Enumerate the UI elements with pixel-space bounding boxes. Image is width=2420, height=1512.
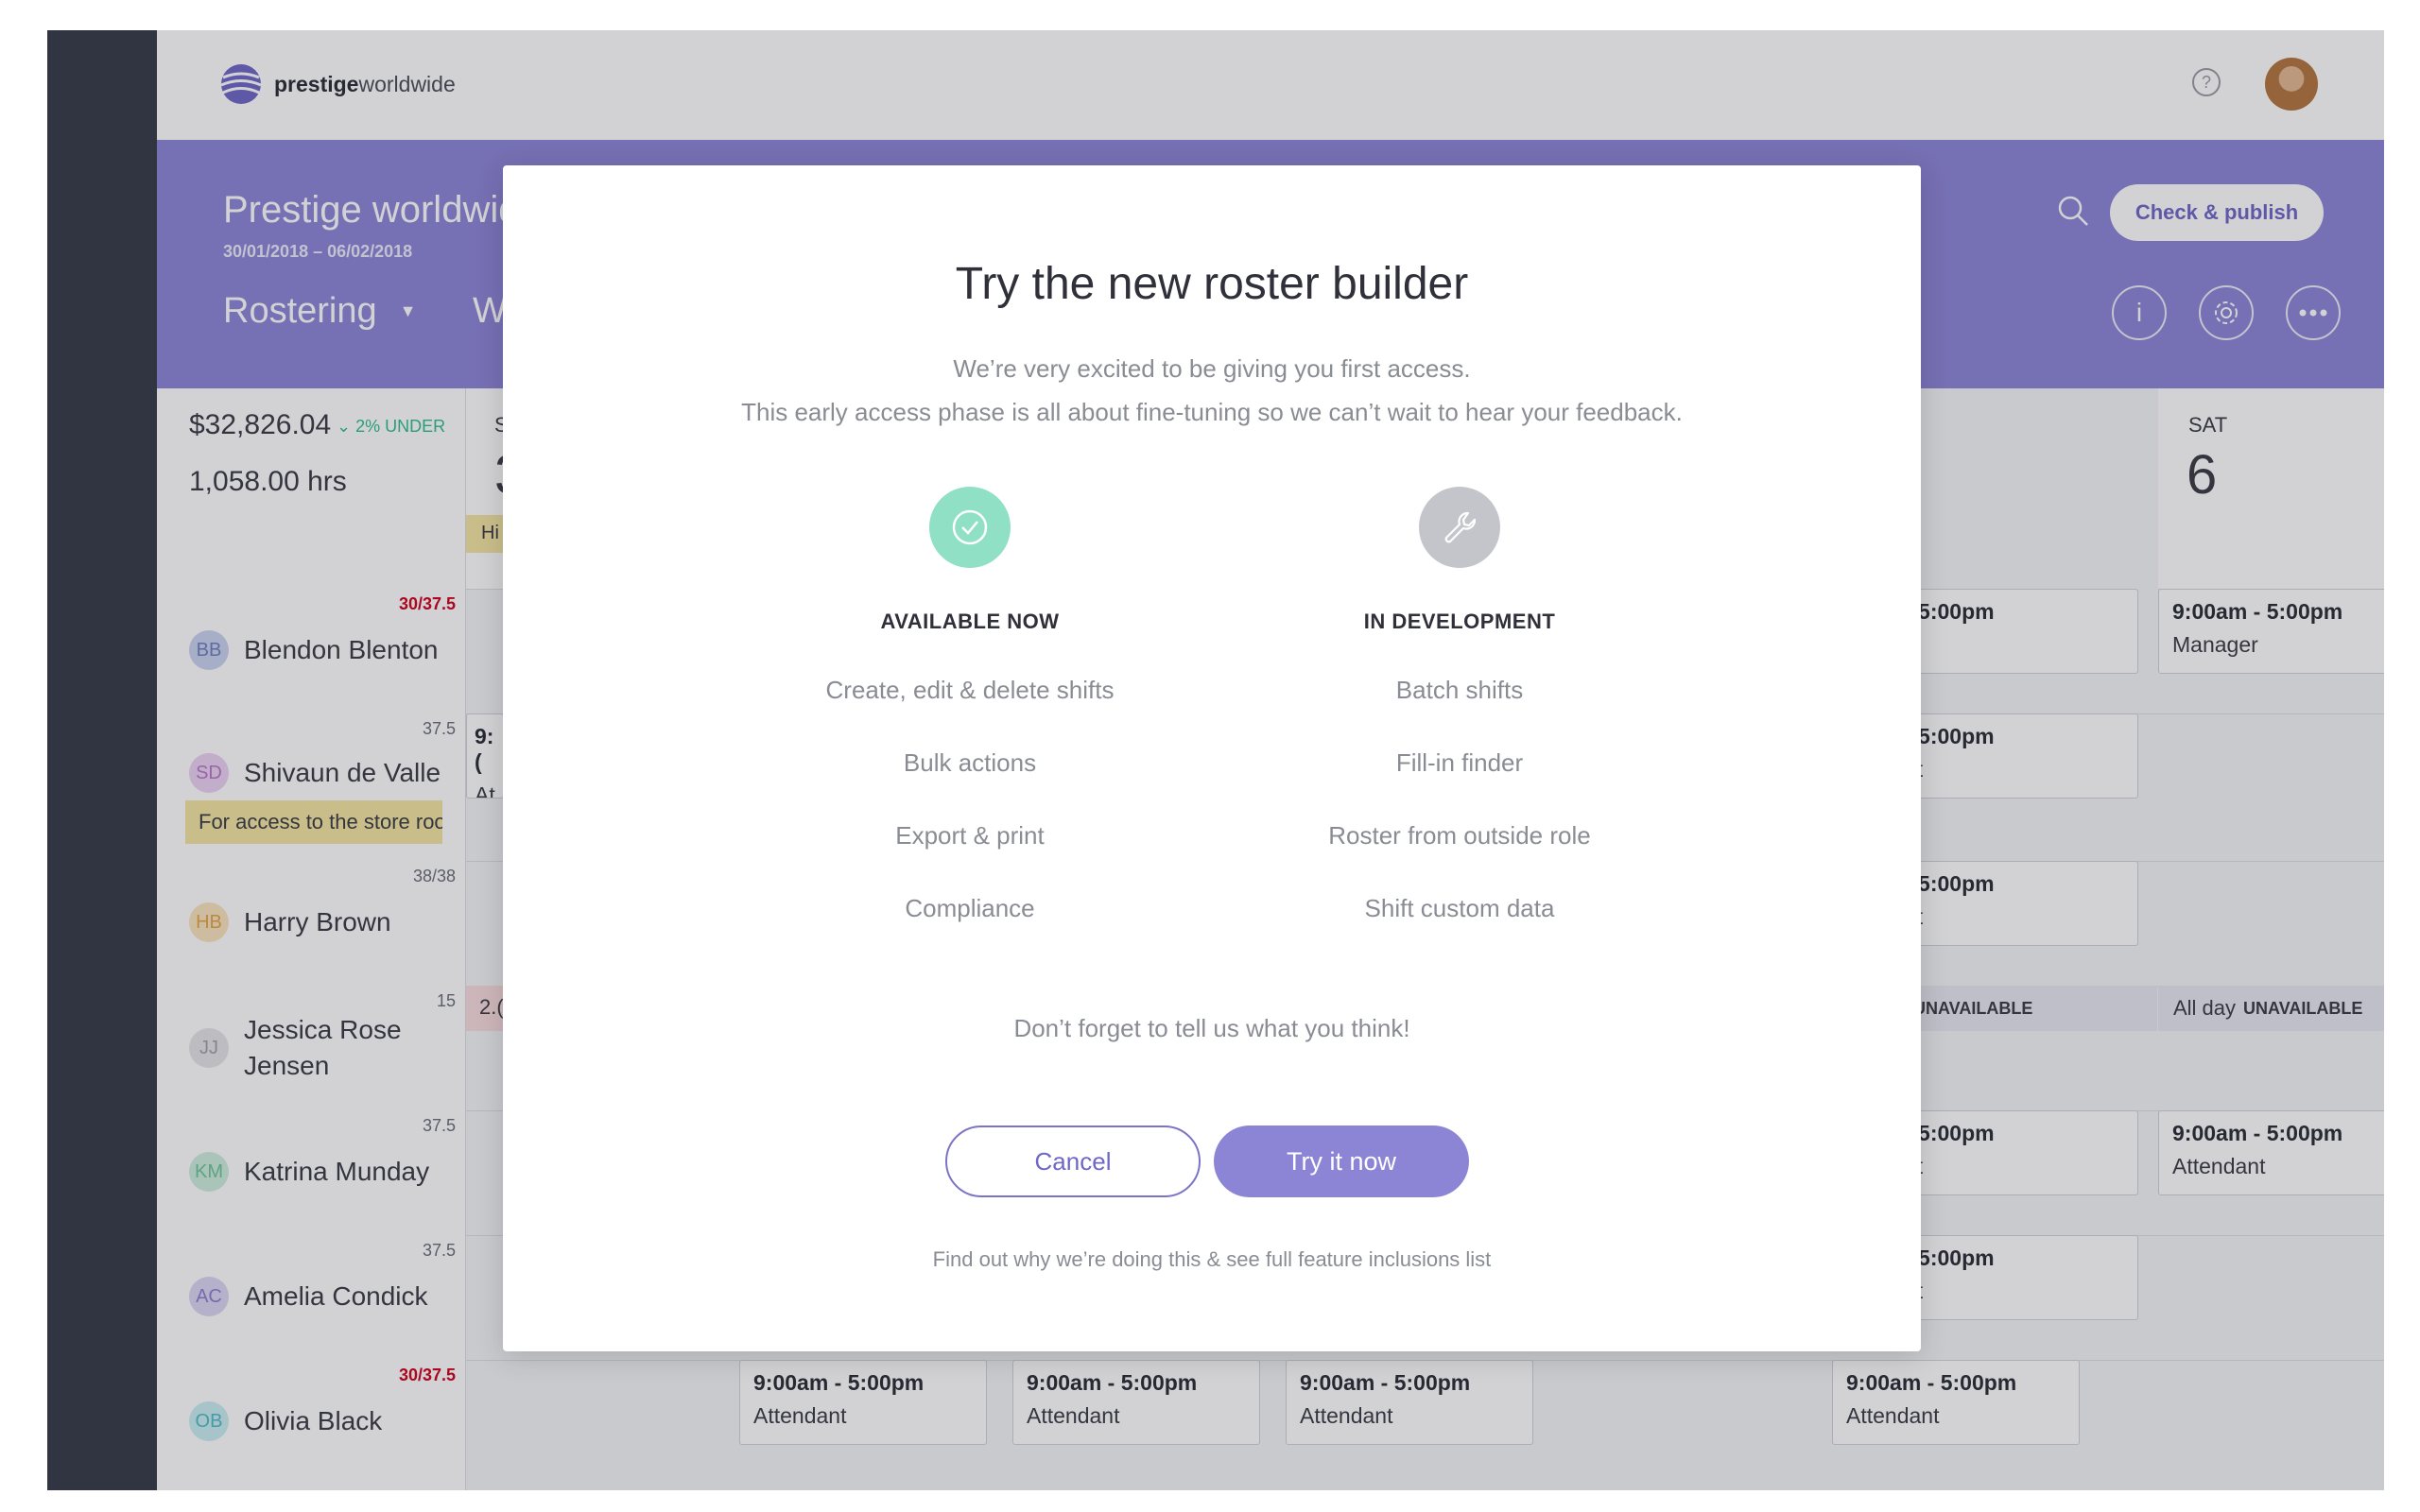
cancel-button[interactable]: Cancel: [945, 1125, 1201, 1197]
development-status: [1419, 487, 1500, 568]
available-status: [929, 487, 1011, 568]
feature-item: Batch shifts: [1395, 676, 1524, 704]
feature-list-link[interactable]: Find out why we’re doing this & see full…: [503, 1247, 1921, 1272]
try-it-now-button[interactable]: Try it now: [1214, 1125, 1469, 1197]
feature-item: Bulk actions: [903, 748, 1037, 777]
roster-builder-modal: Try the new roster builder We’re very ex…: [503, 165, 1921, 1351]
development-title: IN DEVELOPMENT: [1363, 610, 1556, 633]
feedback-prompt: Don’t forget to tell us what you think!: [1013, 1014, 1410, 1042]
check-circle-icon: [952, 509, 988, 545]
feature-item: Roster from outside role: [1328, 821, 1591, 850]
feature-item: Shift custom data: [1364, 894, 1555, 922]
feature-item: Export & print: [895, 821, 1045, 850]
feature-item: Create, edit & delete shifts: [825, 676, 1115, 704]
in-development-column: IN DEVELOPMENT Batch shifts Fill-in find…: [1214, 487, 1705, 925]
feature-item: Fill-in finder: [1395, 748, 1524, 777]
available-title: AVAILABLE NOW: [880, 610, 1060, 633]
modal-subtitle: We’re very excited to be giving you firs…: [741, 354, 1683, 426]
modal-title: Try the new roster builder: [955, 259, 1469, 309]
feature-item: Compliance: [905, 894, 1035, 922]
available-now-column: AVAILABLE NOW Create, edit & delete shif…: [724, 487, 1216, 925]
wrench-icon: [1444, 511, 1477, 543]
